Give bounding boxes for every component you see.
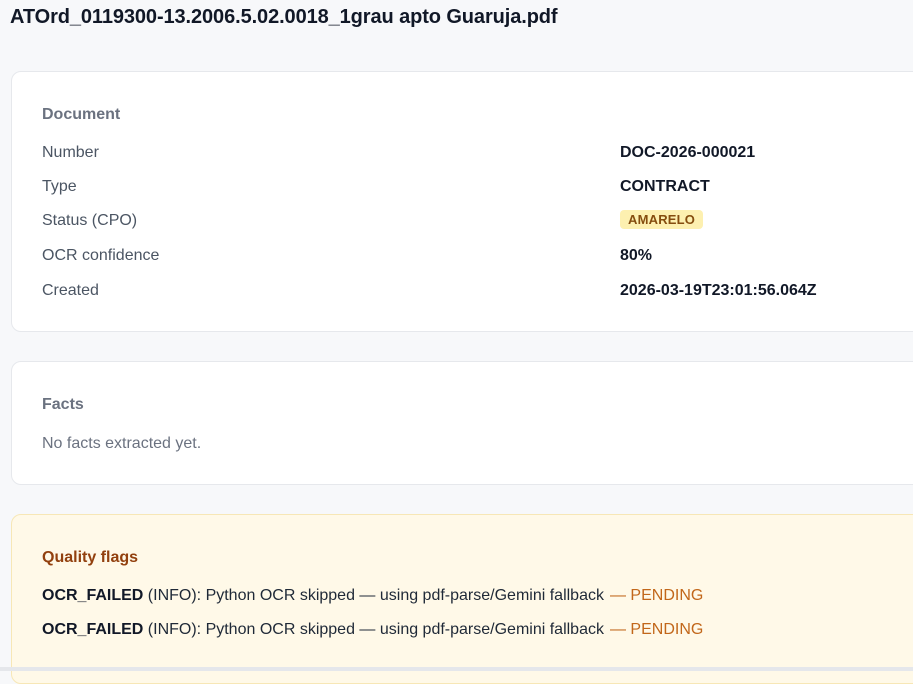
flag-level: (INFO): — [143, 587, 206, 604]
field-row-type: Type CONTRACT — [42, 178, 913, 200]
flag-level: (INFO): — [143, 621, 206, 638]
quality-flags-section-title: Quality flags — [42, 549, 139, 566]
field-row-status: Status (CPO) AMARELO — [42, 210, 913, 234]
flag-message: Python OCR skipped — using pdf-parse/Gem… — [205, 587, 604, 604]
flag-status: — PENDING — [609, 621, 704, 638]
page-bottom-border — [0, 667, 913, 671]
facts-empty-message: No facts extracted yet. — [42, 435, 202, 452]
field-value-ocr-confidence: 80% — [620, 247, 653, 264]
field-label-created: Created — [42, 282, 99, 299]
status-badge: AMARELO — [620, 210, 704, 229]
field-label-status: Status (CPO) — [42, 212, 138, 229]
field-row-ocr-confidence: OCR confidence 80% — [42, 247, 913, 269]
flag-code: OCR_FAILED — [42, 587, 144, 604]
quality-flags-card: Quality flags OCR_FAILED (INFO): Python … — [11, 514, 913, 684]
field-value-type: CONTRACT — [620, 178, 710, 195]
quality-flag-item: OCR_FAILED (INFO): Python OCR skipped — … — [42, 587, 703, 605]
page-title: ATOrd_0119300-13.2006.5.02.0018_1grau ap… — [10, 6, 558, 28]
document-card: Document Number DOC-2026-000021 Type CON… — [11, 71, 913, 332]
field-row-number: Number DOC-2026-000021 — [42, 144, 913, 166]
flag-code: OCR_FAILED — [42, 621, 144, 638]
flag-status: — PENDING — [609, 587, 704, 604]
facts-card: Facts No facts extracted yet. — [11, 361, 913, 485]
field-label-ocr-confidence: OCR confidence — [42, 247, 160, 264]
field-value-status: AMARELO — [620, 210, 704, 231]
facts-section-title: Facts — [42, 396, 84, 413]
field-value-created: 2026-03-19T23:01:56.064Z — [620, 282, 817, 299]
flag-message: Python OCR skipped — using pdf-parse/Gem… — [205, 621, 604, 638]
quality-flag-item: OCR_FAILED (INFO): Python OCR skipped — … — [42, 621, 703, 639]
field-value-number: DOC-2026-000021 — [620, 144, 756, 161]
document-section-title: Document — [42, 106, 121, 123]
field-row-created: Created 2026-03-19T23:01:56.064Z — [42, 282, 913, 304]
field-label-type: Type — [42, 178, 77, 195]
field-label-number: Number — [42, 144, 99, 161]
